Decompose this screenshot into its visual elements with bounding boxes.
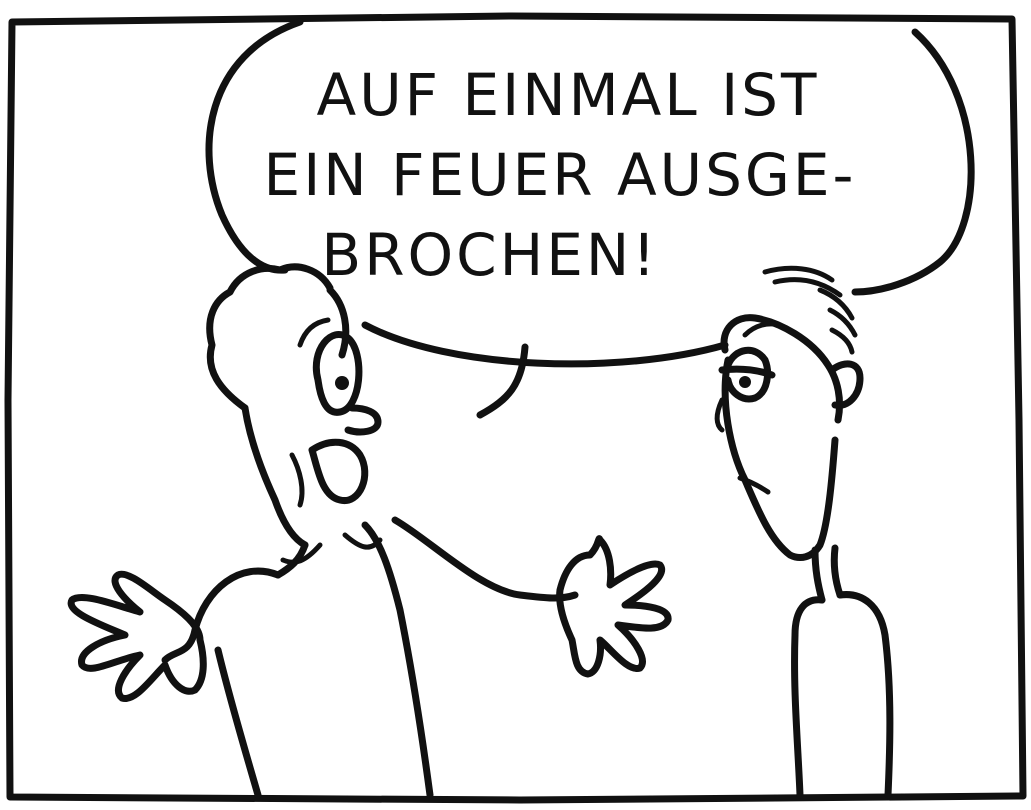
left-character-pupil: [335, 376, 349, 390]
left-character-right-hand: [556, 535, 672, 678]
left-character-cheek: [289, 452, 305, 508]
right-character-neck: [811, 544, 844, 604]
speech-text: AUF EINMAL IST EIN FEUER AUSGE- BROCHEN!: [230, 55, 910, 295]
left-character-nose: [344, 404, 382, 436]
comic-panel: AUF EINMAL IST EIN FEUER AUSGE- BROCHEN!: [0, 0, 1031, 810]
right-character-nose: [714, 397, 725, 433]
right-character-pupil: [739, 376, 751, 388]
right-character-body: [791, 591, 894, 799]
left-character-left-hand: [67, 570, 207, 702]
speech-line-2: EIN FEUER AUSGE-: [263, 141, 857, 209]
right-character-eyelid: [718, 365, 776, 379]
left-character-eye: [312, 331, 363, 416]
speech-line-1: AUF EINMAL IST: [316, 61, 820, 129]
speech-line-3: BROCHEN!: [321, 221, 659, 289]
right-character-brow: [742, 321, 783, 338]
left-character-mouth: [308, 438, 369, 504]
left-character-body: [161, 516, 579, 799]
left-character-head: [241, 286, 350, 549]
